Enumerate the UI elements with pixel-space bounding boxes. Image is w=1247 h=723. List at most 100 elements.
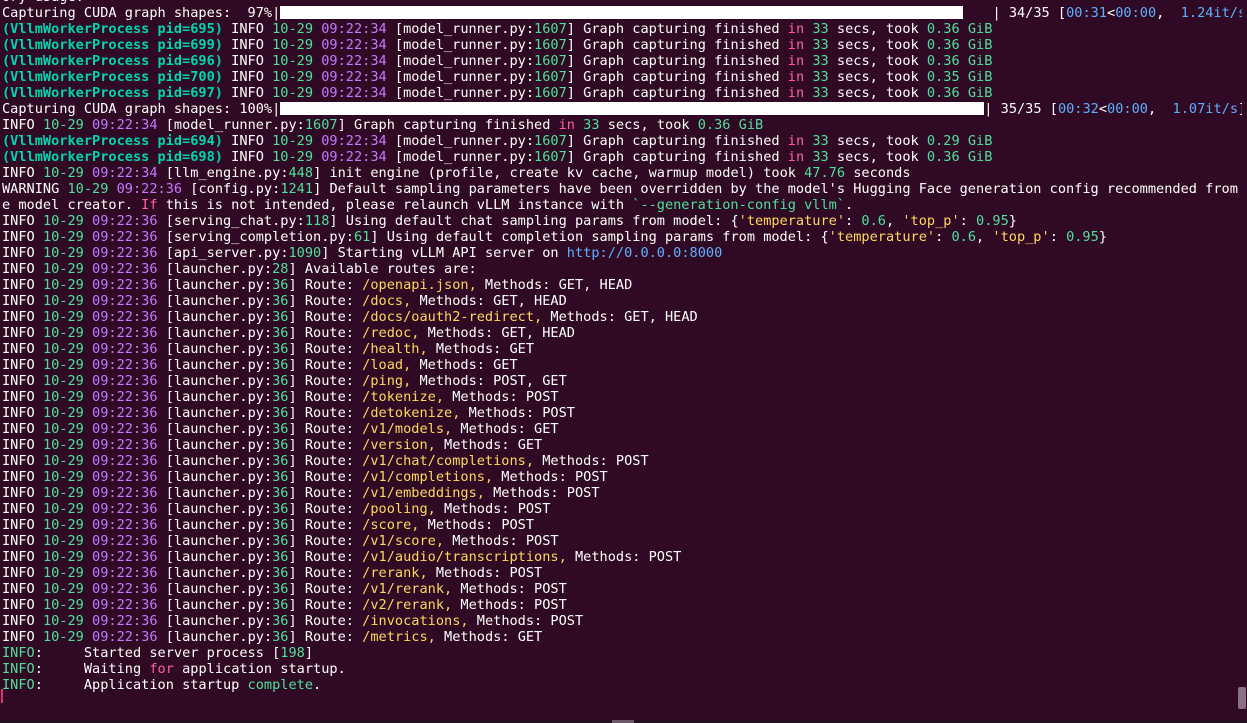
log-punct: ] — [288, 613, 305, 629]
route-methods-label: Methods: — [411, 293, 494, 309]
route-methods: POST — [534, 581, 567, 597]
route-methods: POST — [550, 613, 584, 629]
log-punct: [ — [386, 37, 404, 53]
log-date: 10-29 — [42, 597, 84, 613]
progress-label: Capturing CUDA graph shapes: 100%| — [2, 101, 281, 117]
progress-count: | 35/35 [ — [984, 101, 1058, 117]
log-number: 33 — [812, 85, 829, 101]
log-time: 09:22:36 — [92, 485, 158, 501]
log-punct: [ — [157, 373, 174, 389]
log-message: Graph capturing finished — [583, 133, 788, 149]
log-punct: : — [525, 85, 535, 101]
log-punct: [ — [386, 85, 404, 101]
log-punct: : — [263, 357, 273, 373]
route-line: INFO 10-29 09:22:36 [launcher.py:36] Rou… — [2, 293, 1242, 309]
log-punct: ] — [288, 517, 305, 533]
log-message: Available routes are: — [304, 261, 477, 277]
log-punct: : — [263, 597, 273, 613]
log-number: 47.76 — [804, 165, 846, 181]
log-lineno: 1241 — [280, 181, 314, 197]
route-label: Route: — [304, 309, 363, 325]
log-punct: ] — [288, 597, 305, 613]
log-lineno: 1607 — [534, 85, 567, 101]
log-level: INFO — [231, 149, 264, 165]
log-source: launcher.py — [173, 389, 264, 405]
log-lineno: 36 — [272, 581, 289, 597]
log-level: INFO — [231, 37, 264, 53]
log-punct: [ — [157, 549, 174, 565]
route-methods-label: Methods: — [444, 389, 526, 405]
terminal-window[interactable]: ory usage.Capturing CUDA graph shapes: 9… — [0, 0, 1247, 723]
log-time: 09:22:36 — [92, 469, 158, 485]
log-level: INFO — [2, 405, 35, 421]
log-level: INFO — [2, 581, 35, 597]
log-key: 'top_p' — [992, 229, 1050, 245]
log-punct: . — [313, 677, 322, 693]
route-methods-label: Methods: — [476, 277, 559, 293]
log-date: 10-29 — [42, 517, 84, 533]
worker-log-line: (VllmWorkerProcess pid=698) INFO 10-29 0… — [2, 149, 1242, 165]
log-source: model_runner.py — [403, 37, 526, 53]
log-level: INFO — [2, 549, 35, 565]
log-level: INFO — [2, 645, 35, 661]
log-source: config.py — [198, 181, 273, 197]
route-label: Route: — [304, 485, 363, 501]
log-punct: : — [263, 309, 273, 325]
log-level: INFO — [2, 661, 35, 677]
log-level: INFO — [231, 133, 264, 149]
scrollbar-thumb[interactable] — [1238, 687, 1246, 709]
log-level: INFO — [2, 533, 35, 549]
worker-pid: (VllmWorkerProcess pid=694) — [2, 133, 223, 149]
log-punct: ] — [288, 341, 305, 357]
route-methods: GET, HEAD — [501, 325, 575, 341]
server-url-link[interactable]: http://0.0.0.0:8000 — [567, 245, 723, 261]
log-punct: : — [263, 293, 273, 309]
log-punct: ] — [329, 213, 346, 229]
route-path: /tokenize, — [362, 389, 445, 405]
log-time: 09:22:36 — [92, 309, 158, 325]
log-source: api_server.py — [173, 245, 281, 261]
log-number: 33 — [812, 69, 829, 85]
log-punct: [ — [157, 357, 174, 373]
log-message: secs, took — [828, 21, 927, 37]
route-methods: GET, HEAD — [558, 277, 633, 293]
log-lineno: 36 — [272, 501, 289, 517]
log-time: 09:22:36 — [92, 213, 158, 229]
log-punct: ] — [566, 53, 584, 69]
route-path: /v1/rerank, — [362, 581, 453, 597]
log-lineno: 36 — [272, 613, 289, 629]
log-source: launcher.py — [173, 549, 264, 565]
log-date: 10-29 — [42, 277, 84, 293]
log-lineno: 36 — [272, 341, 289, 357]
log-message: Default sampling parameters have been ov… — [329, 181, 1242, 197]
route-methods: GET — [509, 341, 535, 357]
log-source: launcher.py — [173, 309, 264, 325]
log-number: 0.36 GiB — [926, 37, 993, 53]
worker-log-line: (VllmWorkerProcess pid=694) INFO 10-29 0… — [2, 133, 1242, 149]
log-message: Graph capturing finished — [583, 37, 788, 53]
log-punct: : — [296, 117, 305, 133]
log-punct: [ — [157, 565, 174, 581]
log-time: 09:22:36 — [92, 261, 158, 277]
route-label: Route: — [304, 277, 363, 293]
log-message: Started server process [ — [42, 645, 281, 661]
progress-rate-prefix: , — [1156, 5, 1181, 21]
route-line: INFO 10-29 09:22:36 [launcher.py:36] Rou… — [2, 357, 1242, 373]
log-punct: : — [525, 53, 535, 69]
route-label: Route: — [304, 453, 363, 469]
route-label: Route: — [304, 629, 363, 645]
log-message: e model creator. — [2, 197, 142, 213]
log-message: secs, took — [828, 133, 927, 149]
log-source: model_runner.py — [403, 69, 526, 85]
log-level: INFO — [2, 117, 35, 133]
route-line: INFO 10-29 09:22:36 [launcher.py:36] Rou… — [2, 485, 1242, 501]
route-label: Route: — [304, 437, 363, 453]
route-methods-label: Methods: — [411, 357, 494, 373]
log-message: Graph capturing finished — [583, 21, 788, 37]
log-date: 10-29 — [42, 309, 84, 325]
log-lineno: 36 — [272, 469, 289, 485]
log-lineno: 36 — [272, 357, 289, 373]
uvicorn-line: INFO: Started server process [198] — [2, 645, 1242, 661]
log-keyword: in — [787, 21, 805, 37]
log-time: 09:22:34 — [321, 85, 387, 101]
